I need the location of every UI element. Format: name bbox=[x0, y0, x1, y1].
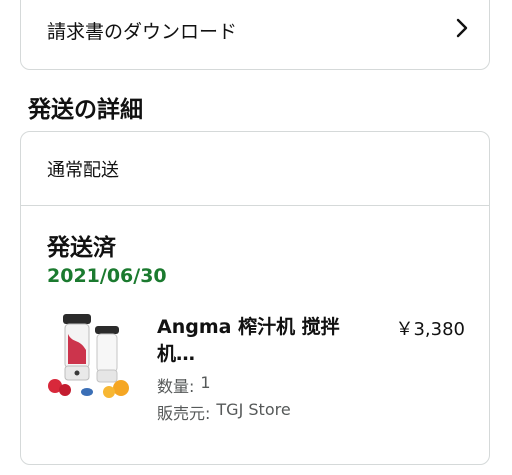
product-image[interactable] bbox=[43, 304, 139, 400]
chevron-right-icon bbox=[455, 17, 469, 44]
shipment-card: 通常配送 発送済 2021/06/30 Angma 榨汁机 搅拌机… ￥3,38… bbox=[20, 131, 490, 465]
invoice-card: 請求書のダウンロード bbox=[20, 0, 490, 70]
shipping-details-title: 発送の詳細 bbox=[28, 97, 143, 123]
quantity-value: 1 bbox=[200, 373, 211, 392]
invoice-download-row[interactable]: 請求書のダウンロード bbox=[21, 1, 489, 59]
quantity-label: 数量: bbox=[157, 377, 195, 396]
seller-row: 販売元: TGJ Store bbox=[157, 400, 291, 424]
quantity-row: 数量: 1 bbox=[157, 373, 211, 397]
shipment-date: 2021/06/30 bbox=[47, 265, 167, 287]
invoice-download-label: 請求書のダウンロード bbox=[47, 20, 238, 43]
product-name-link[interactable]: Angma 榨汁机 搅拌机… bbox=[157, 314, 363, 368]
seller-label: 販売元: bbox=[157, 404, 211, 423]
shipping-method: 通常配送 bbox=[21, 132, 489, 206]
product-price: ￥3,380 bbox=[395, 319, 465, 340]
shipment-status: 発送済 bbox=[47, 235, 116, 261]
seller-name: TGJ Store bbox=[216, 400, 291, 419]
